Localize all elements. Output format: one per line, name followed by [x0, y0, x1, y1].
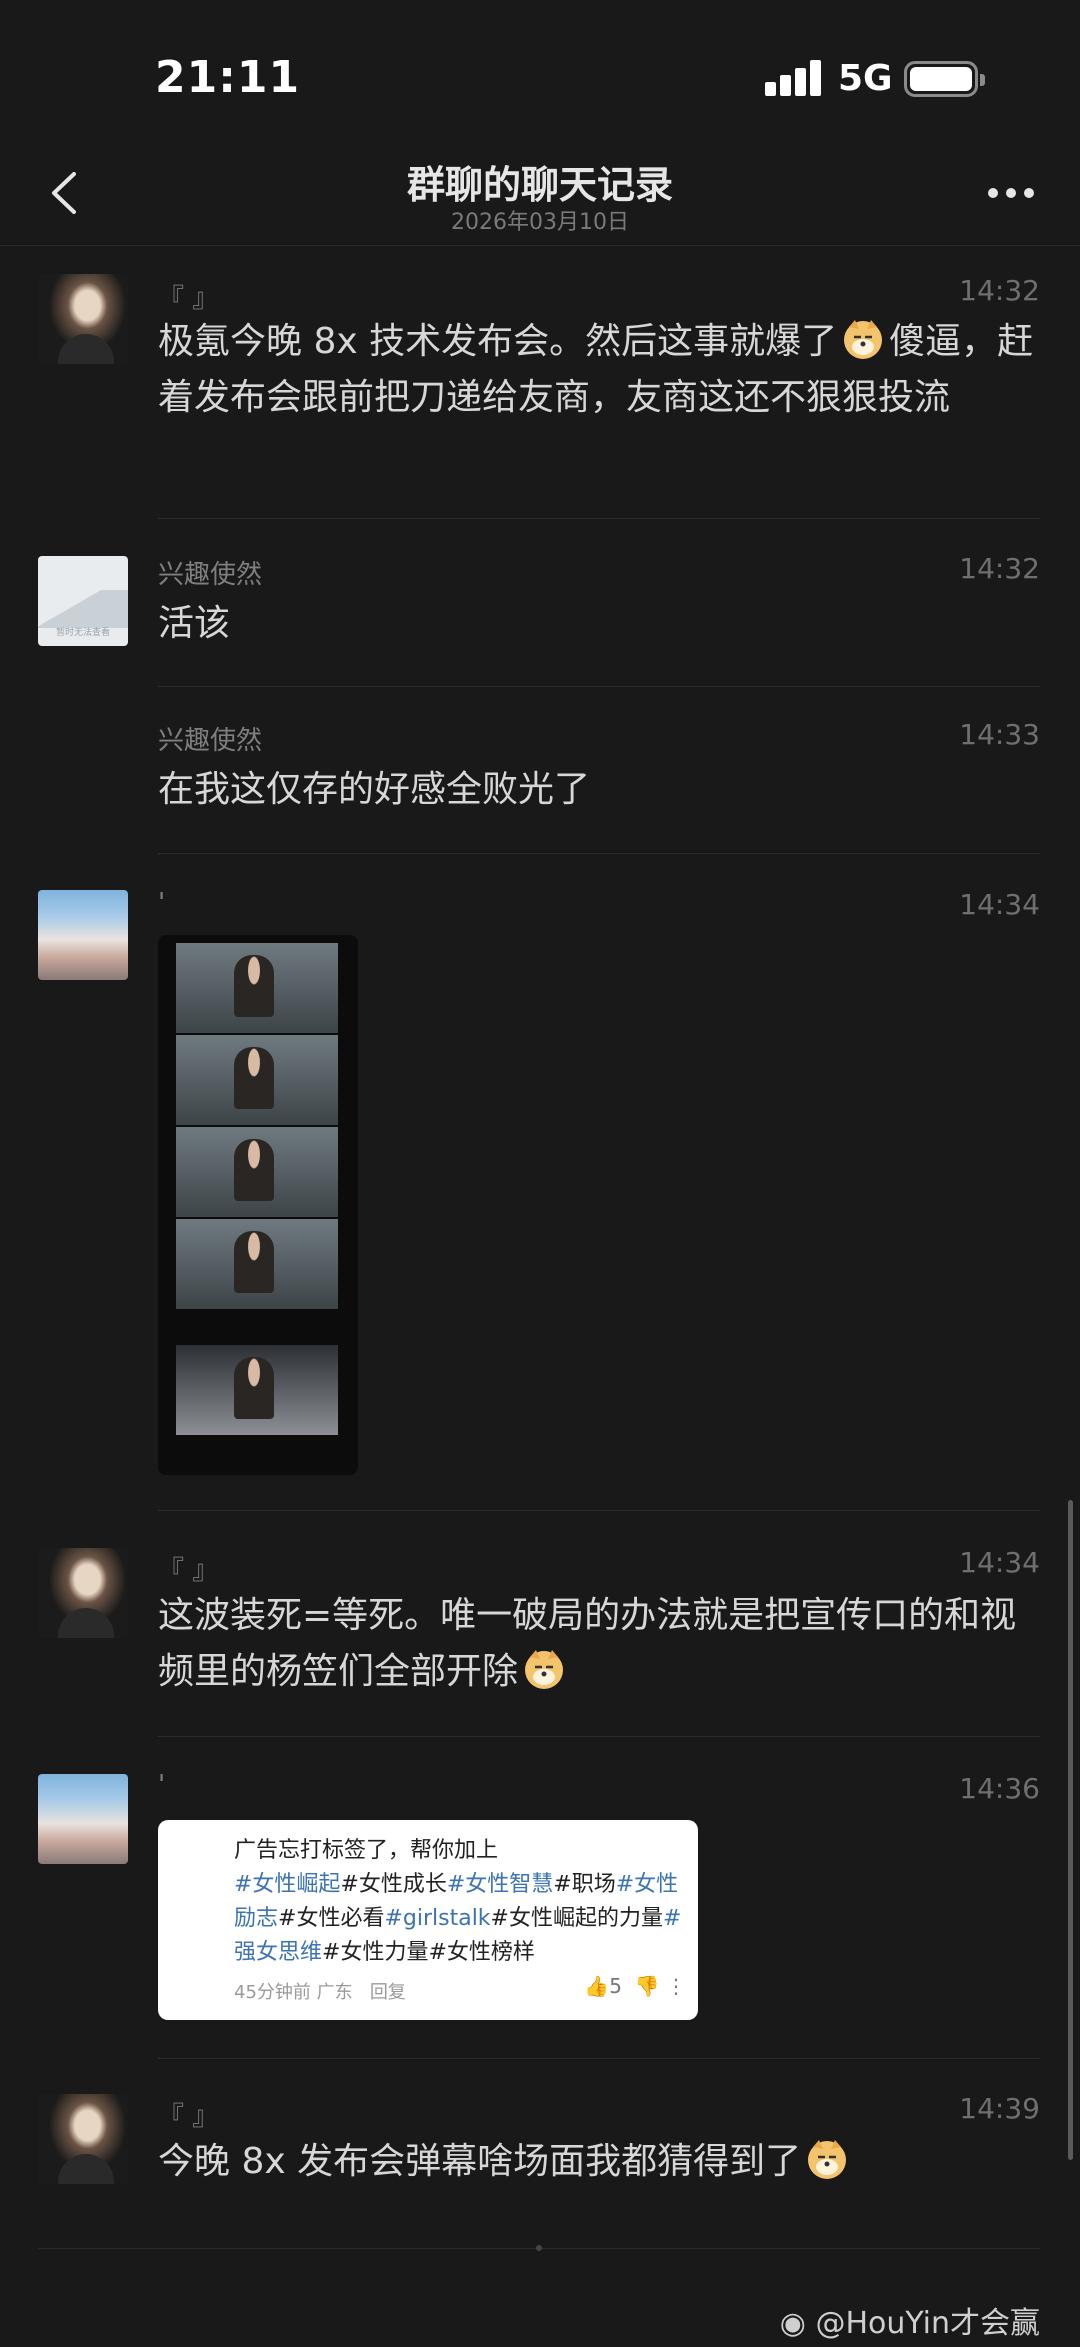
message-text-part: 这波装死=等死。唯一破局的办法就是把宣传口的和视频里的杨笠们全部开除	[158, 1595, 1017, 1692]
message-text[interactable]: 在我这仅存的好感全败光了	[158, 762, 1048, 818]
sender-name: '	[158, 888, 166, 918]
watermark: ◉ @HouYin才会赢	[779, 2306, 1040, 2341]
hashtag[interactable]: #女性崛起	[234, 1872, 340, 1897]
like-count: 5	[609, 1974, 623, 1998]
divider	[158, 1510, 1040, 1511]
more-icon[interactable]	[988, 188, 1034, 200]
network-type: 5G	[838, 58, 893, 99]
message-time: 14:39	[959, 2092, 1040, 2125]
message-time: 14:32	[959, 274, 1040, 307]
nav-bar: 群聊的聊天记录 2026年03月10日	[0, 140, 1080, 246]
message-text[interactable]: 活该	[158, 596, 1048, 652]
battery-icon	[904, 61, 985, 97]
sender-name: 兴趣使然	[158, 560, 263, 590]
avatar[interactable]	[38, 890, 128, 980]
like-icon[interactable]: 👍	[584, 1974, 609, 1998]
doge-emoji-icon	[525, 1650, 564, 1689]
message-time: 14:33	[959, 718, 1040, 751]
avatar-caption: 暂时无法查看	[55, 628, 110, 638]
comment-line: 广告忘打标签了，帮你加上	[234, 1838, 499, 1863]
end-dot	[536, 2245, 542, 2251]
signal-icon	[765, 60, 823, 96]
divider	[158, 518, 1040, 519]
avatar[interactable]	[38, 2094, 128, 2184]
message-time: 14:32	[959, 552, 1040, 585]
avatar[interactable]: 暂时无法查看	[38, 556, 128, 646]
doge-emoji-icon	[808, 2140, 847, 2179]
status-bar: 21:11 5G	[0, 0, 1080, 150]
message-time: 14:34	[959, 888, 1040, 921]
hashtag[interactable]: #女性成长	[340, 1872, 446, 1897]
avatar[interactable]	[38, 274, 128, 364]
comment-meta: 45分钟前 广东 回复	[234, 1982, 406, 2003]
status-time: 21:11	[155, 52, 301, 103]
doge-emoji-icon	[844, 320, 883, 359]
sender-name: 兴趣使然	[158, 726, 263, 756]
more-vertical-icon[interactable]: ⋮	[666, 1974, 686, 1998]
hashtag[interactable]: #职场	[553, 1872, 615, 1897]
message-time: 14:36	[959, 1772, 1040, 1805]
comment-text: 广告忘打标签了，帮你加上 #女性崛起#女性成长#女性智慧#职场#女性励志#女性必…	[234, 1834, 684, 1970]
hashtag[interactable]: #女性力量	[322, 1940, 428, 1965]
avatar[interactable]	[38, 1774, 128, 1864]
sender-name: 『 』	[158, 284, 219, 314]
avatar[interactable]	[38, 1548, 128, 1638]
sender-name: 『 』	[158, 2102, 219, 2132]
divider	[158, 2058, 1040, 2059]
sender-name: '	[158, 1770, 166, 1800]
message-text-part: 极氪今晚 8x 技术发布会。然后这事就爆了	[158, 321, 838, 362]
divider	[158, 1736, 1040, 1737]
divider	[158, 853, 1040, 854]
weibo-icon: ◉	[779, 2306, 806, 2341]
message-text[interactable]: 极氪今晚 8x 技术发布会。然后这事就爆了 傻逼，赶着发布会跟前把刀递给友商，友商…	[158, 314, 1048, 426]
sender-name: 『 』	[158, 1556, 219, 1586]
comment-actions: 👍5 👎 ⋮	[584, 1974, 686, 1998]
divider	[158, 686, 1040, 687]
dislike-icon[interactable]: 👎	[635, 1974, 660, 1998]
message-text[interactable]: 这波装死=等死。唯一破局的办法就是把宣传口的和视频里的杨笠们全部开除	[158, 1588, 1048, 1700]
hashtag[interactable]: #女性必看	[278, 1906, 384, 1931]
message-time: 14:34	[959, 1546, 1040, 1579]
reply-link[interactable]: 回复	[370, 1982, 406, 2003]
message-text-part: 今晚 8x 发布会弹幕啥场面我都猜得到了	[158, 2141, 802, 2182]
video-thumbnail[interactable]	[158, 935, 358, 1475]
comment-card[interactable]: 广告忘打标签了，帮你加上 #女性崛起#女性成长#女性智慧#职场#女性励志#女性必…	[158, 1820, 698, 2020]
hashtag[interactable]: #女性智慧	[447, 1872, 553, 1897]
scrollbar[interactable]	[1068, 1500, 1073, 2160]
hashtag[interactable]: #女性榜样	[428, 1940, 534, 1965]
hashtag[interactable]: #女性崛起的力量	[491, 1906, 663, 1931]
message-text[interactable]: 今晚 8x 发布会弹幕啥场面我都猜得到了	[158, 2134, 1048, 2190]
page-title: 群聊的聊天记录	[406, 163, 673, 207]
hashtag[interactable]: #girlstalk	[384, 1906, 490, 1931]
page-date: 2026年03月10日	[451, 210, 629, 235]
